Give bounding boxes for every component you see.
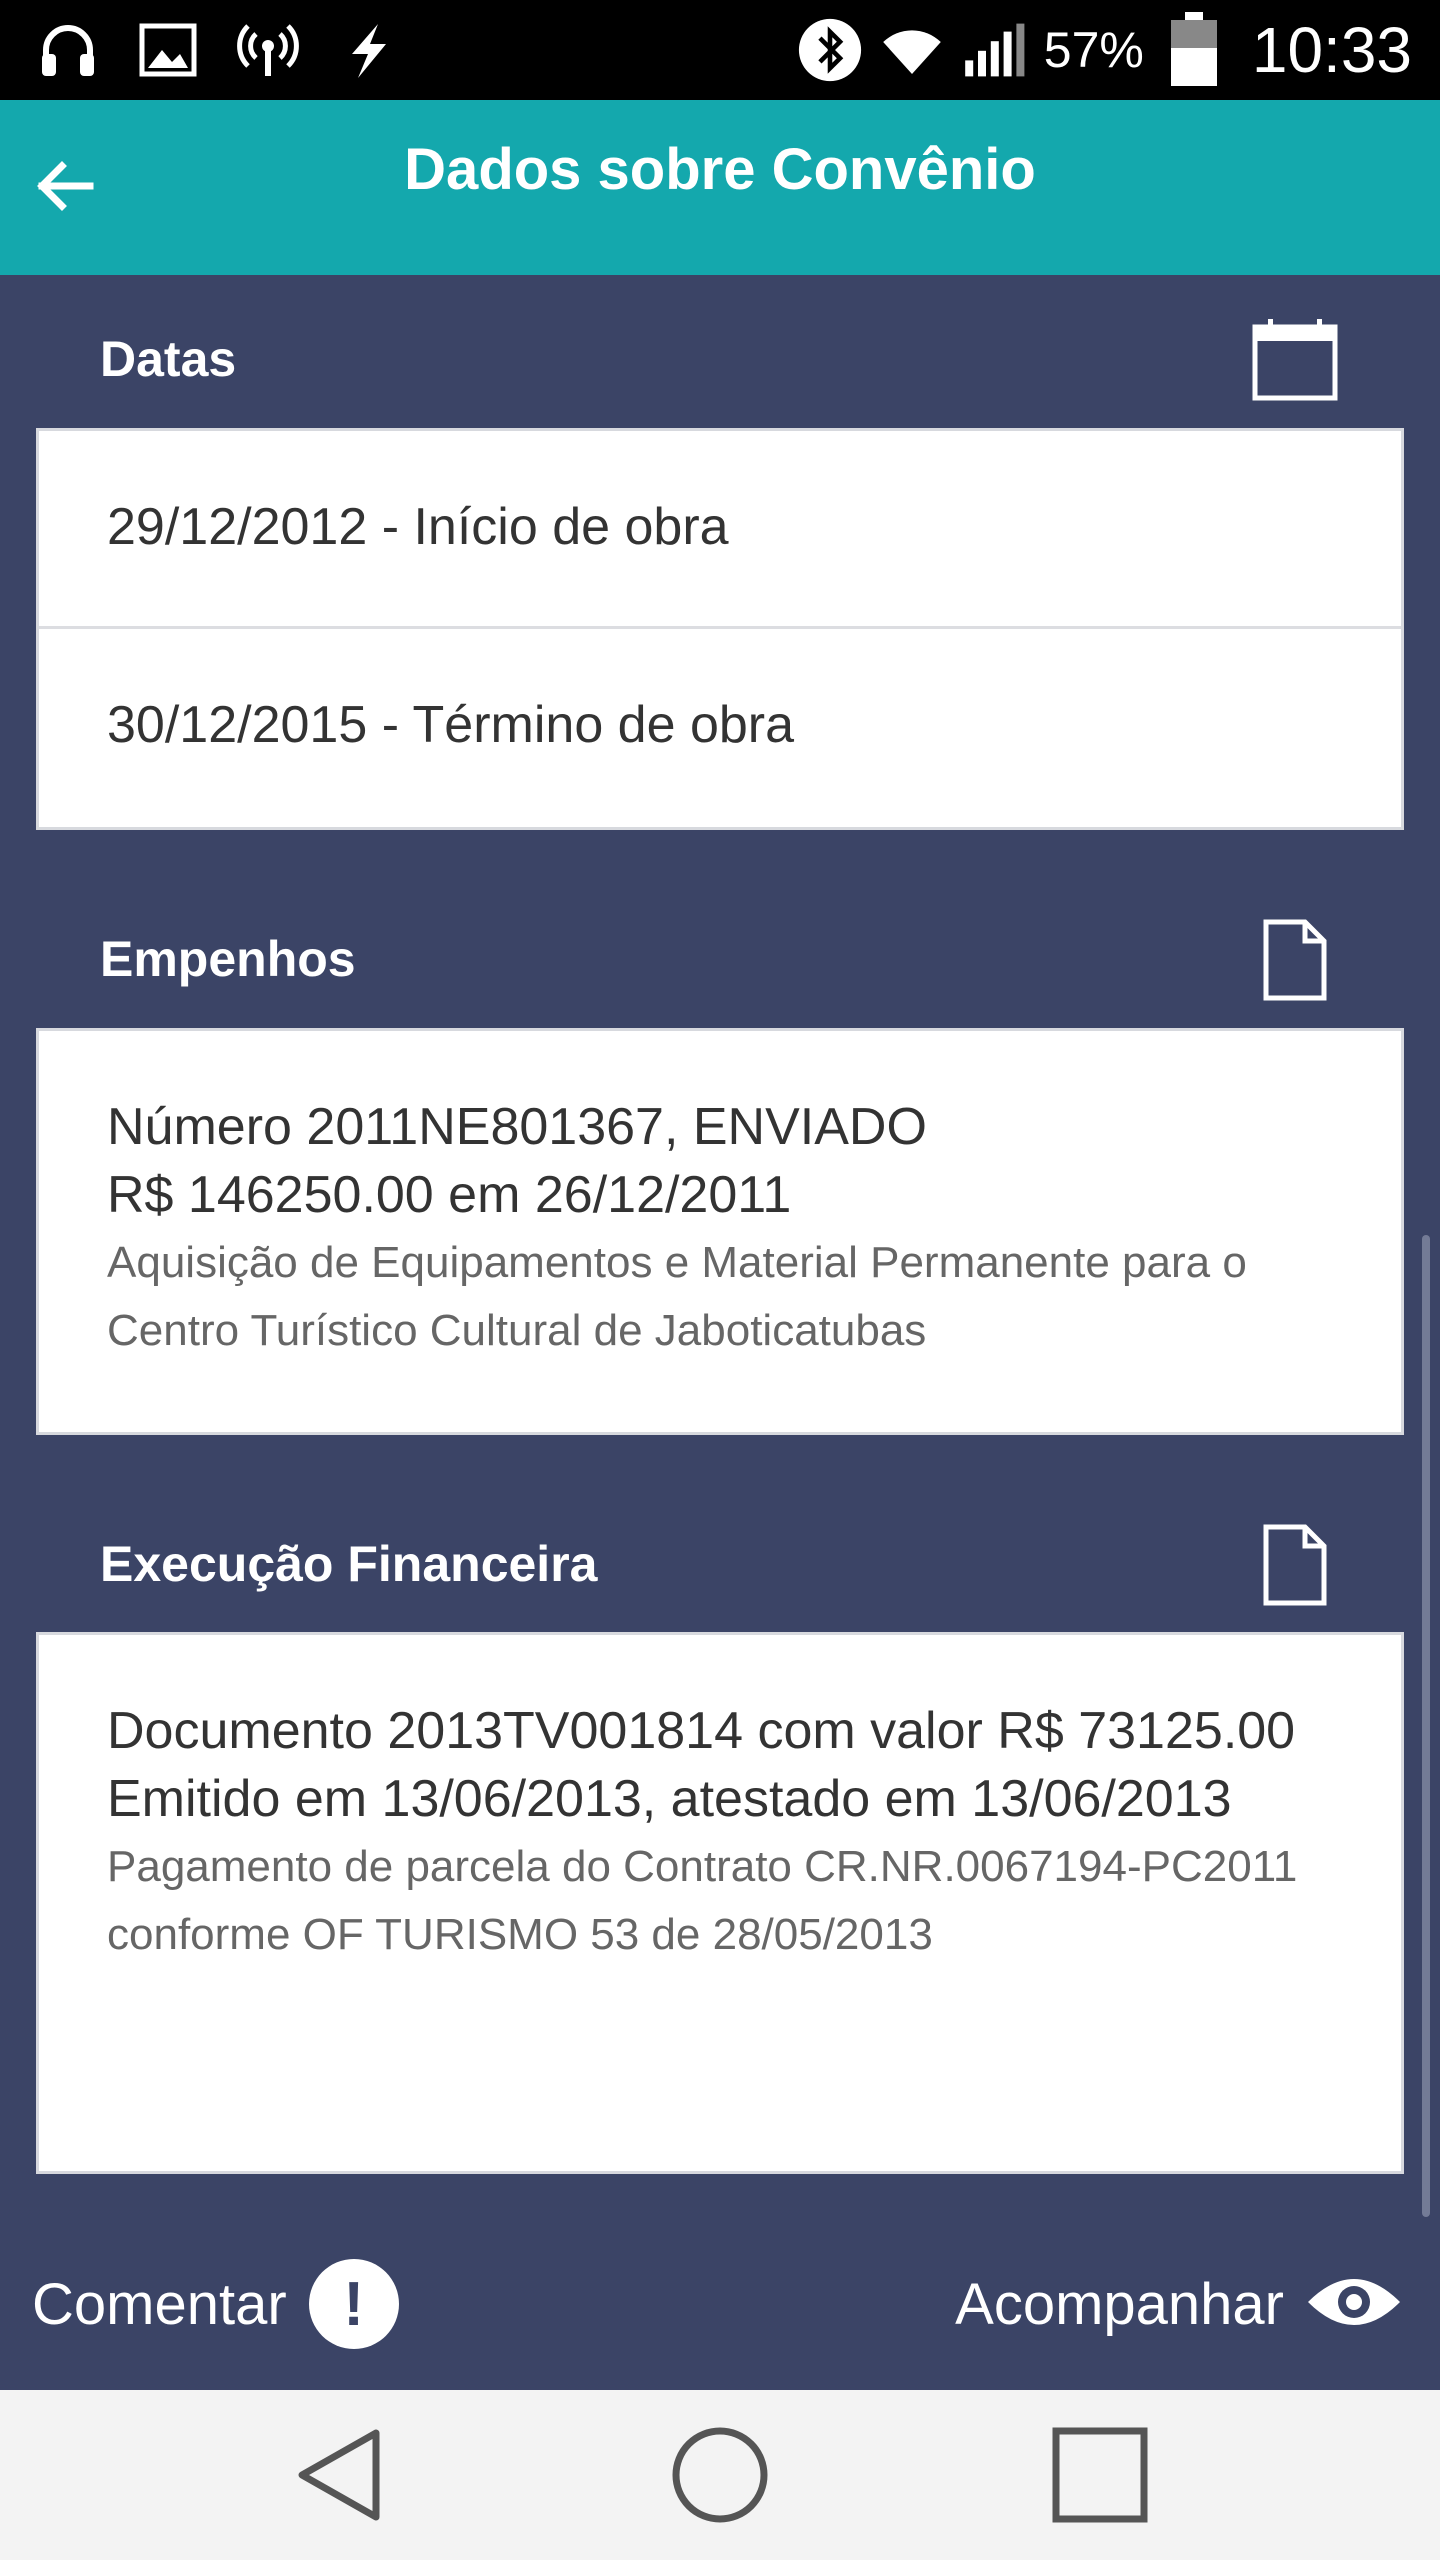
start-date-text: 29/12/2012 - Início de obra — [107, 498, 729, 556]
empenho-description: Aquisição de Equipamentos e Material Per… — [107, 1238, 1247, 1355]
content-area[interactable]: Datas 29/12/2012 - Início de obra 30/12/… — [0, 275, 1440, 2215]
scrollbar[interactable] — [1422, 1235, 1430, 2217]
comment-button[interactable]: Comentar ! — [32, 2256, 399, 2352]
follow-button[interactable]: Acompanhar — [955, 2256, 1402, 2352]
nav-back-button[interactable] — [285, 2420, 395, 2530]
headphones-icon — [36, 18, 100, 82]
alert-icon: ! — [308, 2259, 399, 2349]
list-item: 29/12/2012 - Início de obra — [39, 431, 1401, 629]
recents-square-icon — [1052, 2427, 1148, 2523]
app-bar: Dados sobre Convênio — [0, 100, 1440, 275]
flash-icon — [336, 18, 400, 82]
nav-home-button[interactable] — [665, 2420, 775, 2530]
signal-icon — [962, 18, 1026, 82]
home-circle-icon — [672, 2427, 768, 2523]
empenho-value: R$ 146250.00 em 26/12/2011 — [107, 1166, 792, 1224]
battery-percent: 57% — [1043, 22, 1144, 78]
hotspot-icon — [236, 18, 300, 82]
document-icon[interactable] — [1250, 915, 1340, 1005]
back-triangle-icon — [298, 2429, 380, 2521]
comment-label: Comentar — [32, 2271, 287, 2337]
dates-card: 29/12/2012 - Início de obra 30/12/2015 -… — [36, 428, 1404, 830]
eye-icon — [1306, 2270, 1402, 2339]
battery-icon — [1162, 12, 1226, 86]
calendar-icon[interactable] — [1250, 315, 1340, 405]
navigation-bar — [0, 2390, 1440, 2560]
clock: 10:33 — [1251, 14, 1412, 86]
action-bar: Comentar ! Acompanhar — [0, 2218, 1440, 2390]
document-value: Documento 2013TV001814 com valor R$ 7312… — [107, 1702, 1296, 1760]
issued-attested: Emitido em 13/06/2013, atestado em 13/06… — [107, 1770, 1232, 1828]
list-item: 30/12/2015 - Término de obra — [39, 629, 1401, 827]
status-bar: 57% 10:33 — [0, 0, 1440, 100]
execucao-card: Documento 2013TV001814 com valor R$ 7312… — [36, 1632, 1404, 2174]
page-title: Dados sobre Convênio — [404, 137, 1036, 202]
bluetooth-icon — [798, 18, 862, 82]
empenhos-card: Número 2011NE801367, ENVIADO R$ 146250.0… — [36, 1028, 1404, 1435]
document-icon[interactable] — [1250, 1520, 1340, 1610]
image-icon — [136, 18, 200, 82]
section-header-empenhos: Empenhos — [100, 931, 356, 987]
section-header-execucao: Execução Financeira — [100, 1536, 598, 1592]
section-header-datas: Datas — [100, 331, 237, 387]
follow-label: Acompanhar — [955, 2271, 1284, 2337]
wifi-icon — [880, 18, 944, 82]
execucao-description: Pagamento de parcela do Contrato CR.NR.0… — [107, 1842, 1298, 1959]
end-date-text: 30/12/2015 - Término de obra — [107, 696, 795, 754]
empenho-number: Número 2011NE801367, ENVIADO — [107, 1098, 927, 1156]
nav-recents-button[interactable] — [1045, 2420, 1155, 2530]
